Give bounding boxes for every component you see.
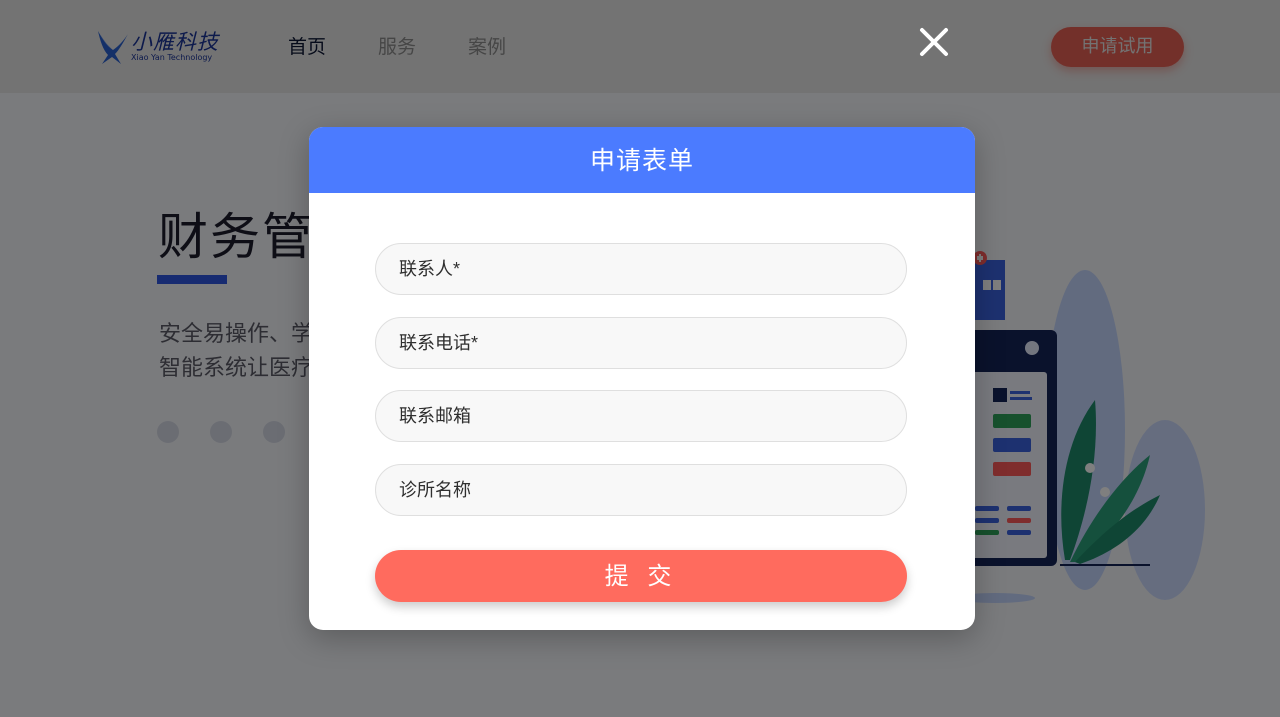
contact-name-input[interactable] — [375, 243, 907, 295]
submit-button[interactable]: 提 交 — [375, 550, 907, 602]
contact-email-input[interactable] — [375, 390, 907, 442]
contact-phone-input[interactable] — [375, 317, 907, 369]
application-form-modal: 申请表单 提 交 — [309, 127, 975, 630]
clinic-name-input[interactable] — [375, 464, 907, 516]
close-icon[interactable] — [916, 24, 952, 60]
modal-title: 申请表单 — [309, 127, 975, 193]
